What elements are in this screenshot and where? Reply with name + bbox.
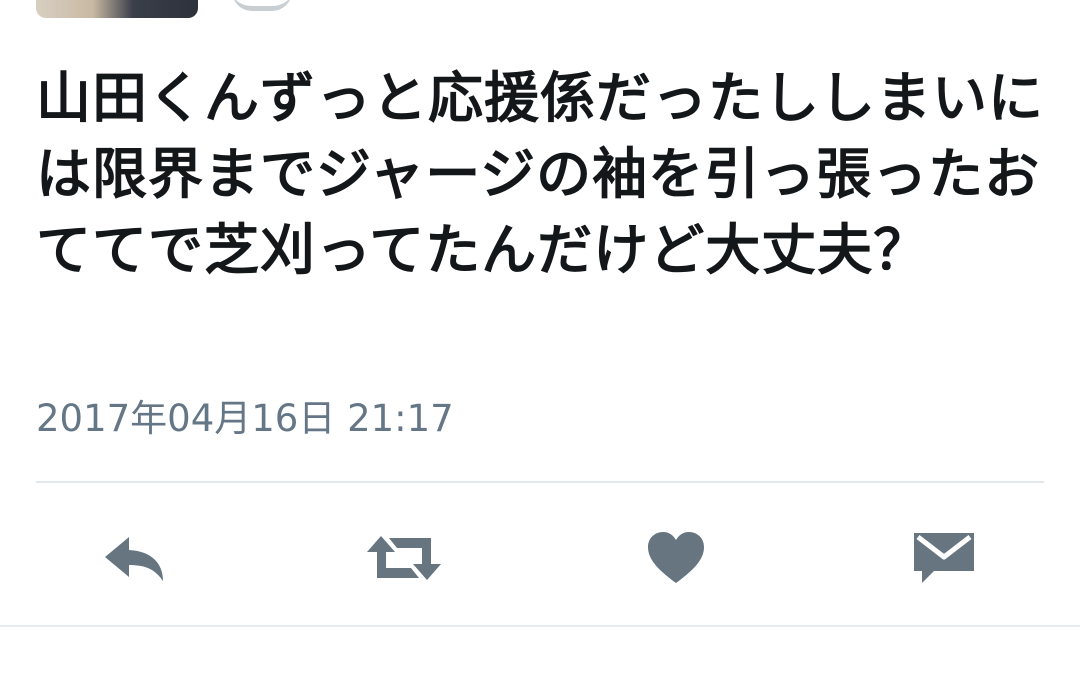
reply-button[interactable] xyxy=(96,520,176,596)
envelope-icon xyxy=(912,529,976,587)
tweet-bottom-border xyxy=(0,625,1080,627)
retweet-icon xyxy=(363,532,445,584)
tweet-text: 山田くんずっと応援係だったししまいには限界までジャージの袖を引っ張ったおててで芝… xyxy=(36,66,1045,282)
like-button[interactable] xyxy=(636,520,716,596)
retweet-button[interactable] xyxy=(364,520,444,596)
tweet-timestamp[interactable]: 2017年04月16日 21:17 xyxy=(36,394,454,444)
tweet-action-bar xyxy=(0,520,1080,596)
author-name-fragment xyxy=(232,0,292,11)
direct-message-button[interactable] xyxy=(904,520,984,596)
author-avatar[interactable] xyxy=(36,0,198,18)
divider xyxy=(36,481,1044,483)
heart-icon xyxy=(646,531,706,585)
reply-icon xyxy=(101,533,171,583)
